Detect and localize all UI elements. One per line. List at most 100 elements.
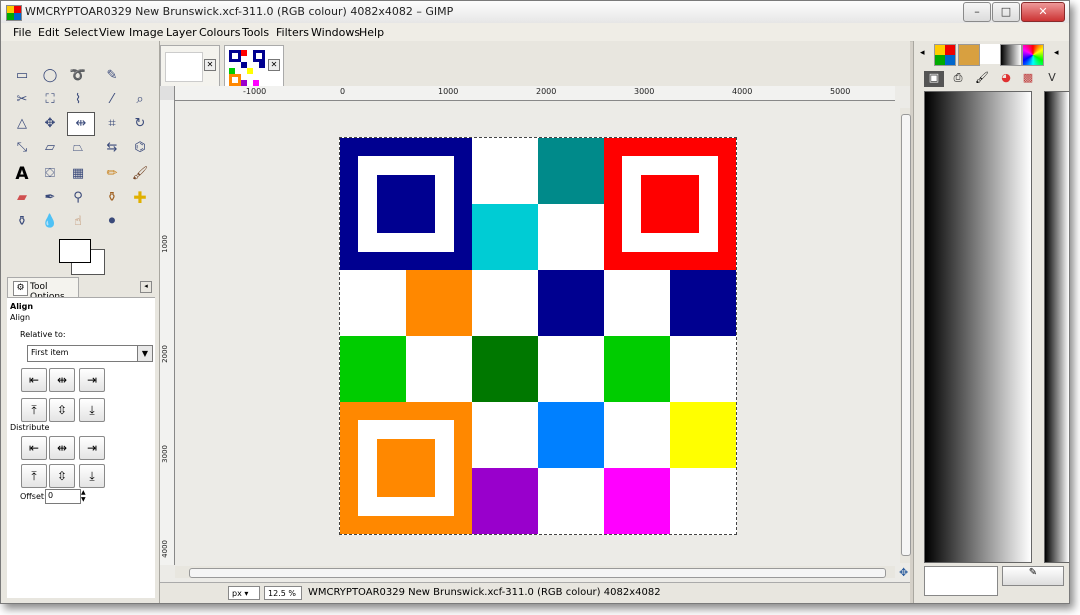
paths-icon[interactable]: ⌇ bbox=[67, 89, 89, 111]
image-canvas[interactable] bbox=[339, 137, 737, 535]
menu-select[interactable]: Select bbox=[64, 26, 98, 39]
dock-menu-icon[interactable]: ◂ bbox=[1054, 48, 1059, 58]
text-icon[interactable]: A bbox=[11, 163, 33, 185]
relative-to-dropdown[interactable]: First item ▼ bbox=[27, 345, 153, 362]
align-icon[interactable]: ⇹ bbox=[67, 112, 95, 136]
scissors-select-icon[interactable]: ✂ bbox=[11, 89, 33, 111]
close-button[interactable]: ✕ bbox=[1021, 2, 1065, 22]
clone-icon[interactable]: ⚱ bbox=[101, 187, 123, 209]
blend-icon[interactable]: ▦ bbox=[67, 163, 89, 185]
menu-filters[interactable]: Filters bbox=[276, 26, 309, 39]
offset-stepper[interactable]: ▲ ▼ bbox=[81, 489, 87, 503]
ink-icon[interactable]: ⚲ bbox=[67, 187, 89, 209]
brush-icon[interactable]: 🖌 bbox=[972, 71, 992, 87]
cage-icon[interactable]: ⌬ bbox=[129, 137, 151, 159]
zoom-selector[interactable]: 12.5 % ▾ bbox=[264, 586, 302, 600]
menu-tools[interactable]: Tools bbox=[242, 26, 269, 39]
tab-paths[interactable] bbox=[980, 44, 1000, 64]
foreground-color-swatch[interactable] bbox=[59, 239, 91, 263]
menu-view[interactable]: View bbox=[99, 26, 125, 39]
navigate-icon[interactable]: ✥ bbox=[899, 566, 911, 579]
smudge-icon[interactable]: ☝ bbox=[67, 211, 89, 233]
vertical-ruler[interactable]: 1000 2000 3000 4000 bbox=[160, 100, 175, 565]
shear-icon[interactable]: ▱ bbox=[39, 137, 61, 159]
scroll-thumb[interactable] bbox=[189, 568, 886, 578]
tab-tool-options[interactable]: ⚙ Tool Options bbox=[7, 277, 79, 302]
move-icon[interactable]: ✥ bbox=[39, 113, 61, 135]
align-bottom-button[interactable]: ⤓ bbox=[79, 398, 105, 422]
heal-icon[interactable]: ✚ bbox=[129, 187, 151, 209]
rotate-icon[interactable]: ↻ bbox=[129, 113, 151, 135]
distribute-center-button[interactable]: ⇹ bbox=[49, 436, 75, 460]
horizontal-scrollbar[interactable] bbox=[175, 566, 895, 578]
color-picker-icon[interactable]: ⁄ bbox=[101, 89, 123, 111]
pencil-icon[interactable]: ✏ bbox=[101, 163, 123, 185]
tab-brushes[interactable] bbox=[958, 44, 980, 66]
free-select-icon[interactable]: ➰ bbox=[67, 65, 89, 87]
align-top-button[interactable]: ⤒ bbox=[21, 398, 47, 422]
printer-icon[interactable]: ⎙ bbox=[948, 71, 968, 87]
maximize-button[interactable]: □ bbox=[992, 2, 1020, 22]
rect-select-icon[interactable]: ▭ bbox=[11, 65, 33, 87]
measure-icon[interactable]: △ bbox=[11, 113, 33, 135]
menu-image[interactable]: Image bbox=[129, 26, 163, 39]
palette-icon[interactable]: ▩ bbox=[1018, 71, 1038, 87]
close-icon[interactable]: ✕ bbox=[268, 59, 280, 71]
dock-menu-icon[interactable]: ◂ bbox=[920, 48, 925, 58]
canvas-area[interactable]: -1000 0 1000 2000 3000 4000 5000 1000 20… bbox=[160, 86, 911, 582]
vertical-scrollbar[interactable] bbox=[900, 108, 911, 563]
fg-bg-color-swatches[interactable] bbox=[59, 239, 107, 277]
horizontal-ruler[interactable]: -1000 0 1000 2000 3000 4000 5000 bbox=[175, 86, 895, 101]
foreground-select-icon[interactable]: ⛶ bbox=[39, 89, 61, 111]
offset-input[interactable]: 0 bbox=[45, 489, 81, 504]
align-left-button[interactable]: ⇤ bbox=[21, 368, 47, 392]
perspective-icon[interactable]: ⏢ bbox=[67, 137, 89, 159]
flip-icon[interactable]: ⇆ bbox=[101, 137, 123, 159]
menu-colours[interactable]: Colours bbox=[199, 26, 240, 39]
minimize-button[interactable]: – bbox=[963, 2, 991, 22]
scroll-thumb[interactable] bbox=[901, 114, 911, 556]
distribute-top-button[interactable]: ⤒ bbox=[21, 464, 47, 488]
menu-help[interactable]: Help bbox=[359, 26, 384, 39]
align-center-button[interactable]: ⇹ bbox=[49, 368, 75, 392]
scale-icon[interactable]: ⤡ bbox=[11, 137, 33, 159]
image-icon[interactable]: ▣ bbox=[924, 71, 944, 87]
fuzzy-select-icon[interactable]: ✎ bbox=[101, 65, 123, 87]
perspective-clone-icon[interactable]: ⚱ bbox=[11, 211, 33, 233]
distribute-bottom-button[interactable]: ⤓ bbox=[79, 464, 105, 488]
color-icon[interactable]: ◕ bbox=[996, 71, 1016, 87]
image-tab-1[interactable]: ✕ bbox=[160, 45, 220, 87]
bucket-fill-icon[interactable]: ⛋ bbox=[39, 163, 61, 185]
unit-selector[interactable]: px ▾ bbox=[228, 586, 260, 600]
eraser-icon[interactable]: ▰ bbox=[11, 187, 33, 209]
tab-patterns[interactable] bbox=[934, 44, 956, 66]
distribute-right-button[interactable]: ⇥ bbox=[79, 436, 105, 460]
panel-menu-icon[interactable]: ◂ bbox=[140, 281, 152, 293]
menu-file[interactable]: File bbox=[13, 26, 31, 39]
crop-icon[interactable]: ⌗ bbox=[101, 113, 123, 135]
airbrush-icon[interactable]: ✒ bbox=[39, 187, 61, 209]
align-right-button[interactable]: ⇥ bbox=[79, 368, 105, 392]
menu-layer[interactable]: Layer bbox=[166, 26, 197, 39]
dock-separator[interactable] bbox=[1032, 91, 1042, 561]
menu-windows[interactable]: Windows bbox=[311, 26, 360, 39]
dodge-icon[interactable]: ⚫ bbox=[101, 211, 123, 233]
ruler-corner[interactable] bbox=[160, 86, 175, 101]
image-tab-2[interactable]: ✕ bbox=[224, 45, 284, 87]
paintbrush-icon[interactable]: 🖌 bbox=[129, 163, 151, 185]
tab-palettes[interactable] bbox=[1022, 44, 1044, 66]
ellipse-select-icon[interactable]: ◯ bbox=[39, 65, 61, 87]
zoom-icon[interactable]: ⌕ bbox=[129, 89, 151, 111]
menu-edit[interactable]: Edit bbox=[38, 26, 59, 39]
close-icon[interactable]: ✕ bbox=[204, 59, 216, 71]
tab-gradients[interactable] bbox=[1000, 44, 1022, 66]
align-middle-button[interactable]: ⇳ bbox=[49, 398, 75, 422]
fonts-icon[interactable]: Ⅴ bbox=[1042, 71, 1062, 87]
distribute-middle-button[interactable]: ⇳ bbox=[49, 464, 75, 488]
gradient-preview[interactable] bbox=[924, 91, 1032, 563]
distribute-left-button[interactable]: ⇤ bbox=[21, 436, 47, 460]
chevron-down-icon[interactable]: ▼ bbox=[137, 346, 152, 361]
edit-gradient-button[interactable]: ✎ bbox=[1002, 566, 1064, 586]
gradient-preview-small[interactable] bbox=[924, 566, 998, 596]
secondary-gradient-preview[interactable] bbox=[1044, 91, 1069, 563]
